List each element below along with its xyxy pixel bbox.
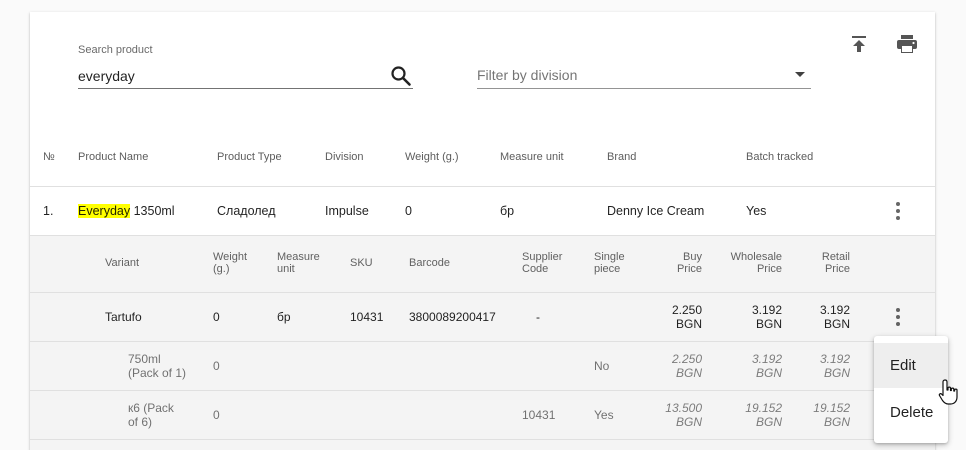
search-input[interactable]: everyday bbox=[78, 64, 413, 89]
pack-wholesale-price: 3.192 BGN bbox=[751, 352, 782, 380]
variant-header-sku: SKU bbox=[350, 257, 373, 269]
variant-row-divider bbox=[30, 341, 935, 342]
variant-header-retail-price: Retail Price bbox=[821, 251, 850, 275]
variant-header-weight: Weight (g.) bbox=[213, 251, 248, 275]
search-match-highlight: Everyday bbox=[78, 204, 131, 218]
variant-name: Tartufo bbox=[105, 310, 142, 324]
pack-retail-price: 19.152 BGN bbox=[813, 401, 850, 429]
print-icon[interactable] bbox=[895, 32, 919, 56]
division-filter-placeholder: Filter by division bbox=[477, 67, 578, 83]
pack-retail-price: 3.192 BGN bbox=[819, 352, 850, 380]
product-table-card: Search product everyday Filter by divisi… bbox=[30, 12, 935, 450]
column-header-division[interactable]: Division bbox=[325, 151, 364, 163]
column-header-batch-tracked[interactable]: Batch tracked bbox=[746, 151, 813, 163]
more-vert-icon[interactable] bbox=[896, 308, 900, 326]
hand-cursor-icon bbox=[938, 379, 958, 405]
variant-supplier-code: - bbox=[536, 310, 540, 324]
chevron-down-icon bbox=[795, 72, 805, 77]
pack-buy-price: 2.250 BGN bbox=[671, 352, 702, 380]
pack-supplier-code: 10431 bbox=[522, 408, 556, 422]
column-header-weight[interactable]: Weight (g.) bbox=[405, 151, 459, 163]
product-measure-unit: бр bbox=[500, 204, 515, 218]
product-name-rest: 1350ml bbox=[130, 204, 175, 218]
variant-header-buy-price: Buy Price bbox=[676, 251, 702, 275]
product-weight: 0 bbox=[405, 204, 412, 218]
variant-sku: 10431 bbox=[350, 310, 384, 324]
variant-barcode: 3800089200417 bbox=[409, 310, 496, 324]
more-vert-icon[interactable] bbox=[896, 202, 900, 220]
variant-wholesale-price: 3.192 BGN bbox=[751, 303, 782, 331]
search-icon[interactable] bbox=[389, 64, 413, 88]
product-batch-tracked: Yes bbox=[746, 204, 767, 218]
pack-name: 750ml (Pack of 1) bbox=[128, 352, 187, 380]
product-type: Сладолед bbox=[217, 204, 276, 218]
variant-retail-price: 3.192 BGN bbox=[819, 303, 850, 331]
variant-header-single-piece: Single piece bbox=[594, 251, 625, 275]
product-division: Impulse bbox=[325, 204, 369, 218]
pack-buy-price: 13.500 BGN bbox=[665, 401, 702, 429]
product-name[interactable]: Everyday 1350ml bbox=[78, 204, 175, 218]
variant-header-divider bbox=[30, 292, 935, 293]
variant-header-supplier-code: Supplier Code bbox=[522, 251, 563, 275]
variant-measure-unit: бр bbox=[277, 310, 291, 324]
column-header-product-name[interactable]: Product Name bbox=[78, 151, 148, 163]
variant-header-wholesale-price: Wholesale Price bbox=[730, 251, 782, 275]
variant-header-measure-unit: Measure unit bbox=[277, 251, 320, 275]
pack-weight: 0 bbox=[213, 359, 220, 373]
product-brand: Denny Ice Cream bbox=[607, 204, 705, 218]
upload-icon[interactable] bbox=[847, 32, 871, 56]
column-header-measure-unit[interactable]: Measure unit bbox=[500, 151, 564, 163]
search-label: Search product bbox=[78, 44, 153, 56]
variant-weight: 0 bbox=[213, 310, 220, 324]
pack-single-piece: Yes bbox=[594, 408, 614, 422]
pack-wholesale-price: 19.152 BGN bbox=[745, 401, 782, 429]
column-header-number: № bbox=[43, 151, 55, 163]
pack-row-divider bbox=[30, 439, 935, 440]
header-divider bbox=[30, 186, 935, 187]
pack-single-piece: No bbox=[594, 359, 610, 373]
column-header-brand[interactable]: Brand bbox=[607, 151, 636, 163]
pack-weight: 0 bbox=[213, 408, 220, 422]
search-field[interactable]: Search product everyday bbox=[78, 44, 413, 89]
pack-row-divider bbox=[30, 390, 935, 391]
column-header-product-type[interactable]: Product Type bbox=[217, 151, 282, 163]
variant-header-barcode: Barcode bbox=[409, 257, 450, 269]
row-number: 1. bbox=[43, 204, 54, 218]
pack-name: к6 (Pack of 6) bbox=[128, 401, 174, 429]
variant-buy-price: 2.250 BGN bbox=[671, 303, 702, 331]
variant-header-variant: Variant bbox=[105, 257, 140, 269]
division-filter-select[interactable]: Filter by division bbox=[477, 64, 811, 89]
